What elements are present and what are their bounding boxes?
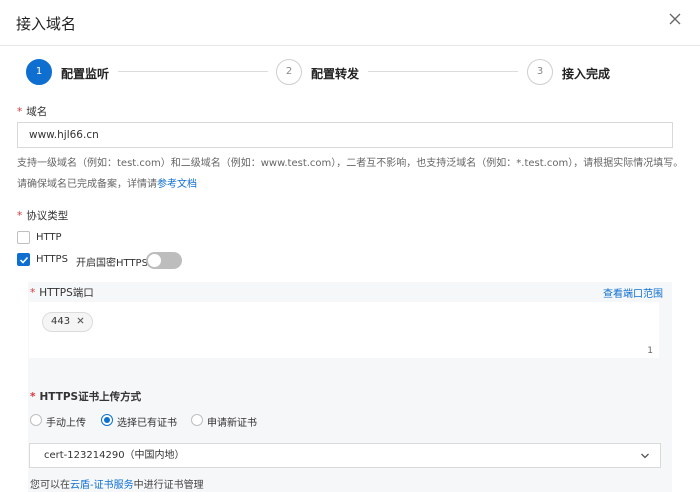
domain-filing-help: 请确保域名已完成备案，详情请参考文档 xyxy=(17,179,197,190)
required-mark: * xyxy=(30,391,36,403)
https-label: HTTPS xyxy=(36,254,68,265)
https-port-input[interactable]: 443 1 xyxy=(29,302,659,358)
cert-service-link[interactable]: 云盾-证书服务 xyxy=(70,480,134,491)
cert-option-manual-radio[interactable] xyxy=(30,414,42,426)
step-1-label: 配置监听 xyxy=(61,67,110,81)
close-icon[interactable] xyxy=(668,12,682,26)
required-mark: * xyxy=(30,287,36,299)
protocol-label: * 协议类型 xyxy=(17,210,69,222)
cert-management-hint: 您可以在云盾-证书服务中进行证书管理 xyxy=(30,480,204,491)
step-2-number: 2 xyxy=(276,59,302,85)
chevron-down-icon xyxy=(641,453,649,459)
cert-option-existing-radio[interactable] xyxy=(101,414,113,426)
cert-option-manual-label: 手动上传 xyxy=(46,418,86,429)
cert-select-value: cert-123214290（中国内地） xyxy=(44,450,185,461)
cert-option-new-radio[interactable] xyxy=(191,414,203,426)
step-connector xyxy=(118,71,268,72)
cert-option-existing-label: 选择已有证书 xyxy=(117,418,177,429)
cert-option-new-label: 申请新证书 xyxy=(207,418,257,429)
step-indicator: 1 配置监听 2 配置转发 3 接入完成 xyxy=(26,59,686,85)
reference-doc-link[interactable]: 参考文档 xyxy=(157,179,197,190)
cert-upload-label: * HTTPS证书上传方式 xyxy=(30,391,142,403)
domain-input[interactable]: www.hjl66.cn xyxy=(17,122,673,148)
http-checkbox[interactable] xyxy=(17,231,30,244)
domain-help-text: 支持一级域名（例如：test.com）和二级域名（例如：www.test.com… xyxy=(17,158,684,169)
required-mark: * xyxy=(17,106,23,118)
domain-label: * 域名 xyxy=(17,106,48,118)
tag-close-icon[interactable] xyxy=(77,317,84,324)
required-mark: * xyxy=(17,210,23,222)
https-checkbox[interactable] xyxy=(17,253,30,266)
dialog-title: 接入域名 xyxy=(16,15,77,33)
cert-select[interactable]: cert-123214290（中国内地） xyxy=(29,443,661,468)
check-icon xyxy=(19,256,29,264)
https-port-label: * HTTPS端口 xyxy=(30,287,94,299)
step-3-number: 3 xyxy=(527,59,553,85)
step-connector xyxy=(368,71,518,72)
port-tag[interactable]: 443 xyxy=(42,312,94,332)
gm-https-label: 开启国密HTTPS xyxy=(76,258,148,269)
step-3-label: 接入完成 xyxy=(562,67,611,81)
dialog-header: 接入域名 xyxy=(0,0,700,46)
step-2-label: 配置转发 xyxy=(311,67,360,81)
port-count: 1 xyxy=(647,346,653,356)
http-label: HTTP xyxy=(36,232,62,243)
gm-https-toggle[interactable] xyxy=(146,252,182,269)
toggle-knob xyxy=(148,254,161,267)
step-1-number: 1 xyxy=(26,59,52,85)
view-port-range-link[interactable]: 查看端口范围 xyxy=(603,285,663,300)
